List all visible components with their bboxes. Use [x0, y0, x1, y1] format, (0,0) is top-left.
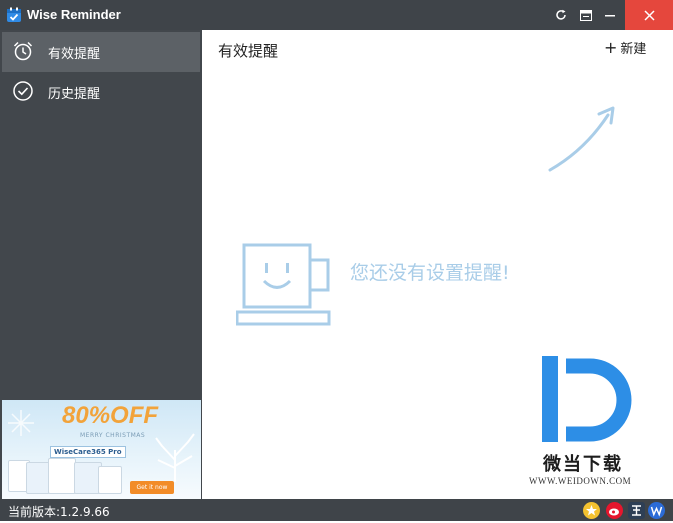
star-icon[interactable] — [583, 502, 600, 519]
weibo-icon[interactable] — [606, 502, 623, 519]
sidebar-item-label: 历史提醒 — [48, 87, 101, 102]
app-calendar-icon — [7, 7, 21, 22]
promo-cta-button[interactable]: Get it now — [130, 481, 174, 494]
word-icon[interactable] — [648, 502, 665, 519]
minimize-icon — [605, 15, 615, 17]
sidebar-item-history-reminders[interactable]: 历史提醒 — [2, 72, 200, 112]
check-circle-icon — [13, 81, 33, 101]
winter-tree-icon — [155, 433, 195, 482]
w-glyph-icon — [650, 506, 663, 517]
window-title: Wise Reminder — [27, 7, 121, 22]
page-title: 有效提醒 — [218, 42, 279, 60]
product-box — [98, 466, 122, 494]
refresh-icon — [556, 9, 566, 20]
sidebar-item-label: 有效提醒 — [48, 47, 101, 62]
qzone-glyph-icon — [632, 505, 641, 516]
new-reminder-label: 新建 — [620, 42, 647, 57]
site-watermark: 微当下载 WWW.WEIDOWN.COM — [527, 352, 637, 492]
coffee-cup-icon — [236, 243, 331, 326]
sidebar-item-active-reminders[interactable]: 有效提醒 — [2, 32, 200, 72]
weidown-logo-icon — [542, 356, 632, 442]
product-box — [26, 462, 50, 494]
promo-banner[interactable]: 80%OFF MERRY CHRISTMAS WiseCare365 Pro G… — [2, 400, 201, 499]
pointer-arrow-icon — [548, 106, 615, 172]
promo-discount: 80%OFF — [62, 402, 159, 429]
qzone-icon[interactable] — [628, 502, 645, 519]
close-icon — [643, 9, 655, 21]
refresh-button[interactable] — [549, 0, 573, 30]
plus-icon: + — [604, 37, 618, 57]
promo-subtitle: MERRY CHRISTMAS — [80, 432, 146, 439]
close-button[interactable] — [625, 0, 673, 30]
product-box — [48, 458, 76, 494]
weibo-glyph-icon — [609, 508, 619, 516]
new-reminder-button[interactable]: + 新建 — [604, 38, 646, 57]
menu-icon — [580, 9, 592, 21]
sidebar: 有效提醒 历史提醒 80%OFF MERRY CHRISTMAS WiseCar… — [0, 30, 202, 499]
menu-button[interactable] — [575, 0, 597, 30]
star-glyph-icon — [586, 505, 597, 516]
alarm-clock-icon — [13, 41, 33, 61]
version-text: 当前版本:1.2.9.66 — [8, 505, 110, 519]
watermark-url: WWW.WEIDOWN.COM — [529, 476, 632, 486]
snowflake-icon — [8, 410, 34, 436]
status-bar: 当前版本:1.2.9.66 — [0, 499, 673, 521]
promo-product-name: WiseCare365 Pro — [50, 446, 126, 458]
title-bar: Wise Reminder — [0, 0, 673, 30]
watermark-name: 微当下载 — [543, 454, 623, 475]
empty-state-message: 您还没有设置提醒! — [350, 262, 510, 284]
minimize-button[interactable] — [597, 0, 623, 30]
